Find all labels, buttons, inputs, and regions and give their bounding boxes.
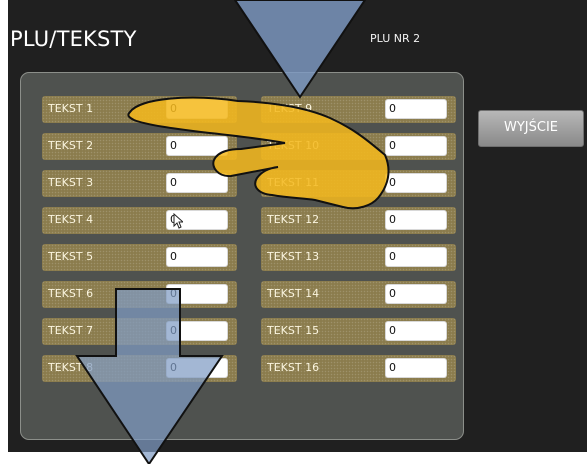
text-field-row-2: TEKST 2 0	[42, 133, 237, 160]
text-field-row-13: TEKST 13 0	[261, 244, 456, 271]
text-field-label-15: TEKST 15	[267, 324, 320, 337]
text-field-label-13: TEKST 13	[267, 250, 320, 263]
page-title: PLU/TEKSTY	[10, 27, 137, 51]
text-field-input-2[interactable]: 0	[166, 136, 228, 156]
text-field-input-9[interactable]: 0	[385, 99, 447, 119]
text-field-row-1: TEKST 1 0	[42, 96, 237, 123]
text-field-row-12: TEKST 12 0	[261, 207, 456, 234]
text-field-row-14: TEKST 14 0	[261, 281, 456, 308]
text-field-input-7[interactable]: 0	[166, 321, 228, 341]
text-field-input-8[interactable]: 0	[166, 358, 228, 378]
text-field-label-9: TEKST 9	[267, 102, 313, 115]
text-field-label-16: TEKST 16	[267, 361, 320, 374]
text-field-label-1: TEKST 1	[48, 102, 94, 115]
text-field-label-10: TEKST 10	[267, 139, 320, 152]
text-field-input-3[interactable]: 0	[166, 173, 228, 193]
text-field-label-14: TEKST 14	[267, 287, 320, 300]
text-field-row-6: TEKST 6 0	[42, 281, 237, 308]
text-field-input-6[interactable]: 0	[166, 284, 228, 304]
text-field-label-12: TEKST 12	[267, 213, 320, 226]
text-field-input-13[interactable]: 0	[385, 247, 447, 267]
text-field-input-5[interactable]: 0	[166, 247, 228, 267]
text-field-input-15[interactable]: 0	[385, 321, 447, 341]
text-field-label-4: TEKST 4	[48, 213, 94, 226]
text-field-row-16: TEKST 16 0	[261, 355, 456, 382]
text-field-label-6: TEKST 6	[48, 287, 94, 300]
text-field-label-11: TEKST 11	[267, 176, 320, 189]
text-field-input-1[interactable]: 0	[166, 99, 228, 119]
text-field-label-2: TEKST 2	[48, 139, 94, 152]
text-field-row-9: TEKST 9 0	[261, 96, 456, 123]
text-field-row-10: TEKST 10 0	[261, 133, 456, 160]
plu-text-screen: PLU/TEKSTY PLU NR 2 TEKST 1 0 TEKST 2 0 …	[8, 0, 587, 452]
text-field-label-5: TEKST 5	[48, 250, 94, 263]
text-field-row-15: TEKST 15 0	[261, 318, 456, 345]
text-field-label-3: TEKST 3	[48, 176, 94, 189]
exit-button[interactable]: WYJŚCIE	[478, 110, 584, 147]
text-field-row-11: TEKST 11 0	[261, 170, 456, 197]
text-field-row-5: TEKST 5 0	[42, 244, 237, 271]
text-field-input-14[interactable]: 0	[385, 284, 447, 304]
text-field-input-10[interactable]: 0	[385, 136, 447, 156]
text-field-input-16[interactable]: 0	[385, 358, 447, 378]
text-field-input-11[interactable]: 0	[385, 173, 447, 193]
text-field-row-4: TEKST 4 0	[42, 207, 237, 234]
text-field-label-7: TEKST 7	[48, 324, 94, 337]
text-field-row-7: TEKST 7 0	[42, 318, 237, 345]
text-field-label-8: TEKST 8	[48, 361, 94, 374]
text-field-input-12[interactable]: 0	[385, 210, 447, 230]
plu-number-label: PLU NR 2	[370, 32, 421, 45]
text-fields-panel: TEKST 1 0 TEKST 2 0 TEKST 3 0 TEKST 4 0 …	[20, 72, 464, 440]
text-field-row-3: TEKST 3 0	[42, 170, 237, 197]
cursor-icon	[173, 213, 183, 229]
text-field-row-8: TEKST 8 0	[42, 355, 237, 382]
